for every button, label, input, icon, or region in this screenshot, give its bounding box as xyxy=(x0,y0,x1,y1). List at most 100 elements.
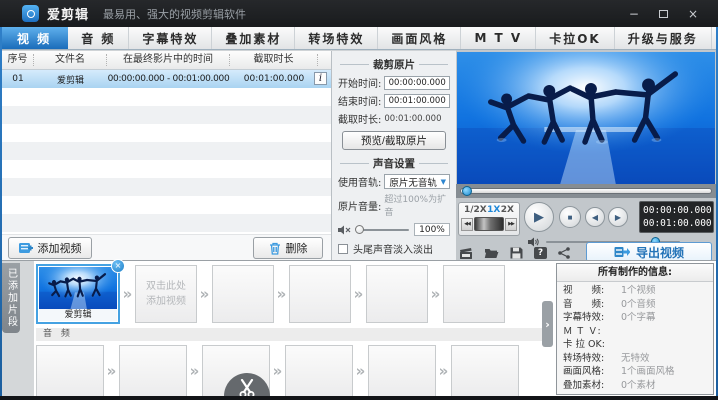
add-clip-slot[interactable]: 双击此处 添加视频 xyxy=(135,265,197,323)
info-row-style: 画面风格:1个画面风格 xyxy=(563,365,707,379)
empty-audio-slot[interactable] xyxy=(285,345,353,397)
row-final-time: 00:00:00.000 - 00:01:00.000 xyxy=(107,74,230,84)
empty-audio-slot[interactable] xyxy=(119,345,187,397)
volume-slider[interactable] xyxy=(356,229,409,231)
share-icon[interactable] xyxy=(558,247,570,259)
info-row-transition: 转场特效:无特效 xyxy=(563,352,707,366)
new-project-icon[interactable] xyxy=(459,247,473,260)
volume-slider-row: 100% xyxy=(338,223,450,236)
seek-bar[interactable] xyxy=(460,188,712,194)
sequence-arrow-icon: » xyxy=(428,287,443,302)
video-frame-image xyxy=(457,52,715,184)
row-index: 01 xyxy=(2,74,34,84)
empty-video-slot[interactable] xyxy=(289,265,351,323)
video-track: 爱剪辑 × » 双击此处 添加视频 » » » » xyxy=(36,263,505,325)
start-time-label: 开始时间: xyxy=(338,75,381,90)
export-icon xyxy=(614,246,630,258)
col-final-time: 在最终影片中的时间 xyxy=(107,54,230,66)
tab-overlay-material[interactable]: 叠加素材 xyxy=(212,27,295,49)
jog-wheel[interactable] xyxy=(474,217,504,231)
preview-crop-button[interactable]: 预览/截取原片 xyxy=(342,131,446,150)
fade-checkbox[interactable] xyxy=(338,244,348,254)
end-time-label: 结束时间: xyxy=(338,93,381,108)
jog-forward-button[interactable]: ▶▶ xyxy=(505,218,517,231)
speed-half-button[interactable]: 1/2X xyxy=(464,205,487,215)
info-row-subtitle: 字幕特效:0个字幕 xyxy=(563,311,707,325)
info-row-video: 视 频:1个视频 xyxy=(563,284,707,298)
open-folder-icon[interactable] xyxy=(484,247,499,259)
end-time-input[interactable]: 00:01:00.000 xyxy=(384,94,450,108)
window-controls: − × xyxy=(629,8,698,20)
step-back-button[interactable]: ◀ xyxy=(585,207,605,227)
empty-audio-slot[interactable] xyxy=(36,345,104,397)
sequence-arrow-icon: » xyxy=(353,364,368,379)
col-filename: 文件名 xyxy=(34,54,107,66)
tab-bar: 视 频 音 频 字幕特效 叠加素材 转场特效 画面风格 M T V 卡拉OK 升… xyxy=(0,27,718,50)
tab-picture-style[interactable]: 画面风格 xyxy=(378,27,461,49)
step-forward-button[interactable]: ▶ xyxy=(608,207,628,227)
export-video-button[interactable]: 导出视频 xyxy=(586,242,712,262)
info-panel-toggle[interactable]: › xyxy=(542,301,553,347)
table-row[interactable]: 01 爱剪辑 00:00:00.000 - 00:01:00.000 00:01… xyxy=(2,70,331,88)
remove-clip-icon[interactable]: × xyxy=(111,259,125,273)
save-icon[interactable] xyxy=(510,247,523,259)
volume-value[interactable]: 100% xyxy=(414,223,450,236)
row-filename: 爱剪辑 xyxy=(34,73,107,86)
play-button[interactable]: ▶ xyxy=(524,202,554,232)
volume-slider-thumb[interactable] xyxy=(355,225,364,234)
tab-subtitle-fx[interactable]: 字幕特效 xyxy=(129,27,212,49)
video-preview[interactable] xyxy=(457,52,715,184)
fade-checkbox-row[interactable]: 头尾声音淡入淡出 xyxy=(338,241,450,256)
trash-icon xyxy=(269,242,281,255)
stop-button[interactable]: ■ xyxy=(559,206,581,228)
info-panel-title: 所有制作的信息: xyxy=(557,264,713,282)
empty-audio-slot[interactable] xyxy=(451,345,519,397)
playback-speed-box: 1/2X 1X 2X ◀◀ ▶▶ xyxy=(458,202,520,236)
empty-audio-slot[interactable] xyxy=(368,345,436,397)
tab-mtv[interactable]: M T V xyxy=(461,27,536,49)
add-video-button[interactable]: 添加视频 xyxy=(8,237,92,259)
volume-hint: 超过100%为扩音 xyxy=(384,192,450,218)
empty-video-slot[interactable] xyxy=(443,265,505,323)
start-time-input[interactable]: 00:00:00.000 xyxy=(384,76,450,90)
audio-track-select[interactable]: 原片无音轨 ▼ xyxy=(384,174,450,189)
empty-video-slot[interactable] xyxy=(366,265,428,323)
help-icon[interactable]: ? xyxy=(534,247,547,259)
volume-label: 原片音量: xyxy=(338,198,381,213)
clip-length-label: 截取时长: xyxy=(338,111,381,126)
sequence-arrow-icon: » xyxy=(187,364,202,379)
jog-rewind-button[interactable]: ◀◀ xyxy=(461,218,473,231)
audio-track-label: 使用音轨: xyxy=(338,174,381,189)
clip-list-empty-rows xyxy=(2,88,331,234)
delete-button[interactable]: 删除 xyxy=(253,237,323,259)
tab-video[interactable]: 视 频 xyxy=(0,27,68,49)
speed-1x-button[interactable]: 1X xyxy=(487,205,500,215)
info-row-overlay: 叠加素材:0个素材 xyxy=(563,379,707,393)
chevron-down-icon: ▼ xyxy=(441,178,446,186)
minimize-button[interactable]: − xyxy=(629,8,639,20)
timeline-clip-thumbnail xyxy=(39,267,117,310)
row-duration: 00:01:00.000 xyxy=(230,74,318,84)
tab-audio[interactable]: 音 频 xyxy=(68,27,129,49)
tab-karaoke[interactable]: 卡拉OK xyxy=(536,27,615,49)
speed-2x-button[interactable]: 2X xyxy=(501,205,514,215)
maximize-button[interactable] xyxy=(659,8,668,20)
tab-transition-fx[interactable]: 转场特效 xyxy=(295,27,378,49)
maximize-icon xyxy=(659,10,668,18)
info-row-audio: 音 频:0个音频 xyxy=(563,298,707,312)
seek-strip xyxy=(456,184,716,198)
clip-info-icon[interactable]: i xyxy=(314,72,327,85)
empty-video-slot[interactable] xyxy=(212,265,274,323)
sequence-arrow-icon: » xyxy=(351,287,366,302)
audio-track: » » » » » xyxy=(36,344,519,398)
production-info-panel: 所有制作的信息: 视 频:1个视频 音 频:0个音频 字幕特效:0个字幕 Ｍ Ｔ… xyxy=(556,263,714,395)
seek-thumb[interactable] xyxy=(462,186,472,196)
speaker-muted-icon xyxy=(338,225,351,235)
timeline-clip[interactable]: 爱剪辑 × xyxy=(36,264,120,324)
app-logo-icon xyxy=(22,5,39,22)
added-clips-tab[interactable]: 已添加片段 xyxy=(2,263,20,333)
quick-icons: ? xyxy=(459,246,570,260)
tab-upgrade[interactable]: 升级与服务 xyxy=(615,27,712,49)
close-button[interactable]: × xyxy=(688,8,698,20)
add-video-icon xyxy=(19,242,33,254)
